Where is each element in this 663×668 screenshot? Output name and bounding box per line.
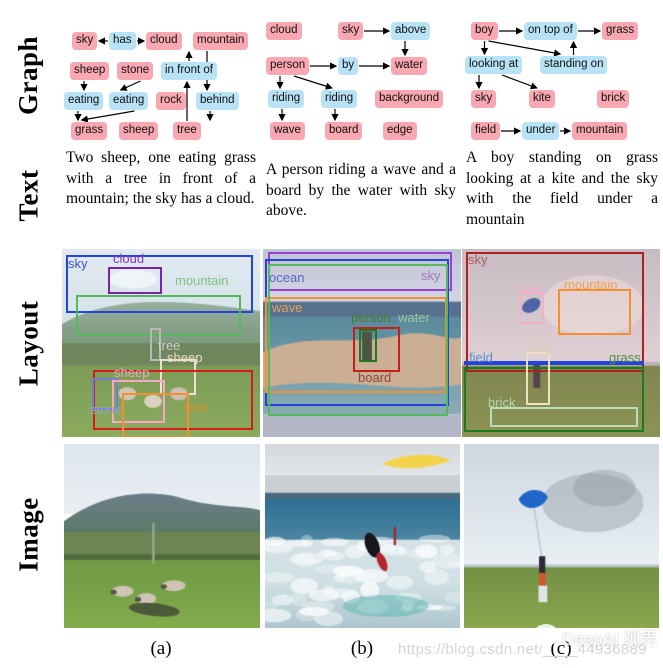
layout-box-rock[interactable]: [122, 393, 189, 437]
watermark-logo: DeepAI 视界: [562, 625, 657, 650]
layout-tag-sky: sky: [68, 257, 88, 271]
graph-node-grass[interactable]: grass: [71, 122, 107, 140]
graph-node-cloud[interactable]: cloud: [266, 22, 302, 40]
row-label-text: Text: [0, 145, 58, 245]
graph-node-person[interactable]: person: [266, 57, 309, 75]
graph-node-eating[interactable]: eating: [109, 92, 148, 110]
row-label-image-text: Image: [14, 497, 45, 571]
layout-box-cloud[interactable]: [108, 267, 162, 294]
image-panel-c: [464, 444, 659, 628]
layout-tag-brick: brick: [488, 396, 515, 410]
row-label-graph: Graph: [0, 10, 58, 140]
graph-node-edge[interactable]: edge: [383, 122, 417, 140]
graph-node-riding[interactable]: riding: [268, 90, 304, 108]
row-label-text-text: Text: [13, 169, 44, 221]
wechat-logo-icon: [533, 624, 559, 646]
graph-node-in-front-of[interactable]: in front of: [161, 62, 217, 80]
layout-tag-boy: boy: [531, 341, 552, 355]
graph-node-standing-on[interactable]: standing on: [540, 56, 607, 74]
graph-node-kite[interactable]: kite: [529, 90, 555, 108]
graph-node-above[interactable]: above: [391, 22, 430, 40]
layout-tag-person: person: [351, 311, 391, 325]
layout-tag-wave: wave: [272, 301, 302, 315]
graph-node-rock[interactable]: rock: [156, 92, 186, 110]
graph-node-sky[interactable]: sky: [471, 90, 496, 108]
graph-node-by[interactable]: by: [338, 57, 358, 75]
graph-node-sky[interactable]: sky: [72, 32, 97, 50]
layout-tag-sheep: sheep: [114, 366, 149, 380]
graph-node-boy[interactable]: boy: [471, 22, 498, 40]
graph-node-tree[interactable]: tree: [173, 122, 201, 140]
graph-node-has[interactable]: has: [109, 32, 136, 50]
layout-box-board[interactable]: [353, 327, 400, 372]
graph-node-sheep[interactable]: sheep: [119, 122, 158, 140]
graph-node-riding[interactable]: riding: [321, 90, 357, 108]
layout-tag-sheep: sheep: [167, 351, 202, 365]
layout-panel-b: ocean sky wave person water board: [263, 249, 461, 437]
photo-c: [464, 444, 659, 628]
graph-node-under[interactable]: under: [522, 122, 559, 140]
graph-node-mountain[interactable]: mountain: [572, 122, 627, 140]
layout-tag-rock: rock: [184, 401, 209, 415]
image-panel-a: [64, 444, 260, 628]
layout-box-mountain[interactable]: [558, 289, 631, 335]
photo-a: [64, 444, 260, 628]
layout-box-kite[interactable]: [519, 292, 544, 324]
graph-node-background[interactable]: background: [375, 90, 443, 108]
graph-node-mountain[interactable]: mountain: [193, 32, 248, 50]
layout-tag-sky: sky: [468, 253, 488, 267]
row-label-image: Image: [0, 440, 58, 628]
graph-node-board[interactable]: board: [325, 122, 362, 140]
graph-panel-b: cloud sky above person by water riding riding ba…: [263, 10, 461, 145]
layout-tag-ocean: ocean: [269, 271, 304, 285]
layout-tag-field: field: [469, 351, 493, 365]
row-label-layout: Layout: [0, 249, 58, 437]
graph-node-brick[interactable]: brick: [597, 90, 629, 108]
graph-node-sky[interactable]: sky: [338, 22, 363, 40]
graph-node-grass[interactable]: grass: [602, 22, 638, 40]
graph-node-behind[interactable]: behind: [196, 92, 239, 110]
graph-node-field[interactable]: field: [471, 122, 500, 140]
row-label-layout-text: Layout: [14, 300, 45, 386]
layout-tag-sky: sky: [421, 269, 441, 283]
layout-tag-water: water: [398, 311, 430, 325]
caption-text-a: Two sheep, one eating grass with a tree …: [66, 148, 256, 210]
column-caption-a: (a): [62, 638, 260, 660]
graph-panel-a: sky has cloud mountain sheep stone in front of…: [62, 10, 260, 145]
graph-node-stone[interactable]: stone: [117, 62, 153, 80]
layout-box-brick[interactable]: [490, 407, 638, 427]
layout-panel-a: sky cloud mountain tree sheep sheep stone rock: [62, 249, 260, 437]
graph-node-looking-at[interactable]: looking at: [465, 56, 522, 74]
layout-tag-grass: grass: [609, 351, 641, 365]
layout-tag-kite: kite: [522, 282, 542, 296]
row-label-graph-text: Graph: [14, 35, 45, 114]
layout-tag-mountain: mountain: [564, 278, 617, 292]
graph-node-water[interactable]: water: [391, 57, 427, 75]
photo-b: [265, 444, 460, 628]
layout-tag-mountain: mountain: [175, 274, 228, 288]
image-panel-b: [265, 444, 460, 628]
layout-tag-board: board: [358, 371, 391, 385]
caption-text-b: A person riding a wave and a board by th…: [266, 160, 456, 222]
graph-panel-c: boy on top of grass looking at standing on sk…: [462, 10, 660, 145]
graph-node-sheep[interactable]: sheep: [70, 62, 109, 80]
graph-node-wave[interactable]: wave: [270, 122, 305, 140]
graph-node-cloud[interactable]: cloud: [146, 32, 182, 50]
layout-tag-cloud: cloud: [113, 252, 144, 266]
caption-text-c: A boy standing on grass looking at a kit…: [466, 148, 658, 230]
layout-box-boy[interactable]: [526, 352, 550, 405]
graph-node-eating[interactable]: eating: [64, 92, 103, 110]
layout-tag-stone: stone: [90, 403, 122, 417]
layout-panel-c: sky kite mountain field boy grass brick: [462, 249, 660, 437]
graph-node-on-top-of[interactable]: on top of: [524, 22, 577, 40]
